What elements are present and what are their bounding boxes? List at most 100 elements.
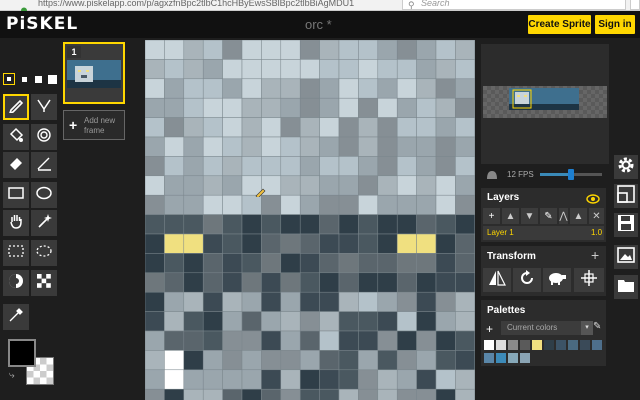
pixel-cell[interactable] [299,291,320,312]
pixel-cell[interactable] [299,136,320,157]
pixel-cell[interactable] [455,388,475,400]
pixel-cell[interactable] [202,59,223,80]
pixel-cell[interactable] [164,369,185,390]
pixel-cell[interactable] [455,175,475,196]
pixel-cell[interactable] [280,40,301,60]
pixel-cell[interactable] [145,311,165,332]
pixel-cell[interactable] [241,214,262,235]
pixel-cell[interactable] [241,253,262,274]
pixel-cell[interactable] [299,272,320,293]
pixel-cell[interactable] [319,40,340,60]
pixel-cell[interactable] [222,272,243,293]
pixel-cell[interactable] [319,330,340,351]
create-sprite-button[interactable]: Create Sprite [528,15,591,34]
pixel-cell[interactable] [241,311,262,332]
pixel-cell[interactable] [396,388,417,400]
pixel-cell[interactable] [299,97,320,118]
pixel-cell[interactable] [202,272,223,293]
pixel-cell[interactable] [377,233,398,254]
pixel-cell[interactable] [455,311,475,332]
pixel-cell[interactable] [416,311,437,332]
pixel-cell[interactable] [241,117,262,138]
pixel-cell[interactable] [145,388,165,400]
pixel-cell[interactable] [222,78,243,99]
pixel-cell[interactable] [280,369,301,390]
pixel-cell[interactable] [202,233,223,254]
swap-colors-icon[interactable]: ⤷ [9,370,15,381]
piskel-logo[interactable]: PiSKEL [6,14,78,34]
pixel-cell[interactable] [377,59,398,80]
pixel-cell[interactable] [455,194,475,215]
pixel-cell[interactable] [299,40,320,60]
pixel-cell[interactable] [319,233,340,254]
pixel-cell[interactable] [280,117,301,138]
pixel-cell[interactable] [416,233,437,254]
pixel-cell[interactable] [164,136,185,157]
pixel-cell[interactable] [396,253,417,274]
pixel-cell[interactable] [202,311,223,332]
toggle-preview-eye-icon[interactable] [586,191,600,209]
pixel-cell[interactable] [435,369,456,390]
pixel-cell[interactable] [280,233,301,254]
pixel-cell[interactable] [377,175,398,196]
pixel-cell[interactable] [396,97,417,118]
pixel-cell[interactable] [299,253,320,274]
pixel-cell[interactable] [299,330,320,351]
pixel-cell[interactable] [396,272,417,293]
rename-layer-button[interactable]: ✎ [540,208,557,224]
pixel-cell[interactable] [338,350,359,371]
browser-address-bar[interactable]: https://www.piskelapp.com/p/agxzfnBpc2tl… [0,0,640,14]
pixel-cell[interactable] [241,350,262,371]
pixel-cell[interactable] [396,350,417,371]
pixel-cell[interactable] [145,272,165,293]
pixel-cell[interactable] [145,214,165,235]
fps-slider[interactable] [540,169,602,180]
pixel-cell[interactable] [299,214,320,235]
pixel-cell[interactable] [319,369,340,390]
shape-selection-tool[interactable] [31,210,57,236]
add-layer-button[interactable]: + [483,208,500,224]
pixel-cell[interactable] [164,233,185,254]
pixel-cell[interactable] [145,330,165,351]
palette-color-swatch[interactable] [508,353,518,363]
pixel-cell[interactable] [280,388,301,400]
pixel-cell[interactable] [202,194,223,215]
pixel-cell[interactable] [280,78,301,99]
pen-size-3[interactable] [32,73,44,85]
pixel-cell[interactable] [416,350,437,371]
palette-color-swatch[interactable] [532,340,542,350]
pixel-cell[interactable] [183,311,204,332]
pixel-cell[interactable] [338,97,359,118]
onion-skin-icon[interactable] [485,168,499,186]
pixel-cell[interactable] [416,175,437,196]
pixel-cell[interactable] [202,136,223,157]
expand-transform-icon[interactable]: + [591,247,599,263]
pixel-cell[interactable] [241,272,262,293]
pixel-cell[interactable] [202,253,223,274]
clone-button[interactable] [543,268,571,292]
delete-layer-button[interactable]: ✕ [589,208,604,224]
pixel-cell[interactable] [338,253,359,274]
pixel-cell[interactable] [222,233,243,254]
pixel-cell[interactable] [338,388,359,400]
pixel-cell[interactable] [164,156,185,177]
pixel-cell[interactable] [358,194,379,215]
pixel-cell[interactable] [183,214,204,235]
palette-color-swatch[interactable] [580,340,590,350]
pixel-cell[interactable] [280,156,301,177]
pixel-cell[interactable] [222,214,243,235]
pixel-cell[interactable] [261,97,282,118]
merge-layer-button[interactable]: ⋀ [559,208,568,224]
pixel-cell[interactable] [222,350,243,371]
pixel-cell[interactable] [145,350,165,371]
pixel-cell[interactable] [396,59,417,80]
circle-tool[interactable] [31,182,57,208]
pixel-cell[interactable] [164,311,185,332]
lighten-tool[interactable] [3,270,29,296]
pixel-cell[interactable] [222,291,243,312]
pixel-cell[interactable] [338,214,359,235]
pixel-cell[interactable] [241,136,262,157]
pixel-cell[interactable] [358,117,379,138]
paint-bucket-tool[interactable] [3,124,29,150]
pixel-cell[interactable] [183,330,204,351]
